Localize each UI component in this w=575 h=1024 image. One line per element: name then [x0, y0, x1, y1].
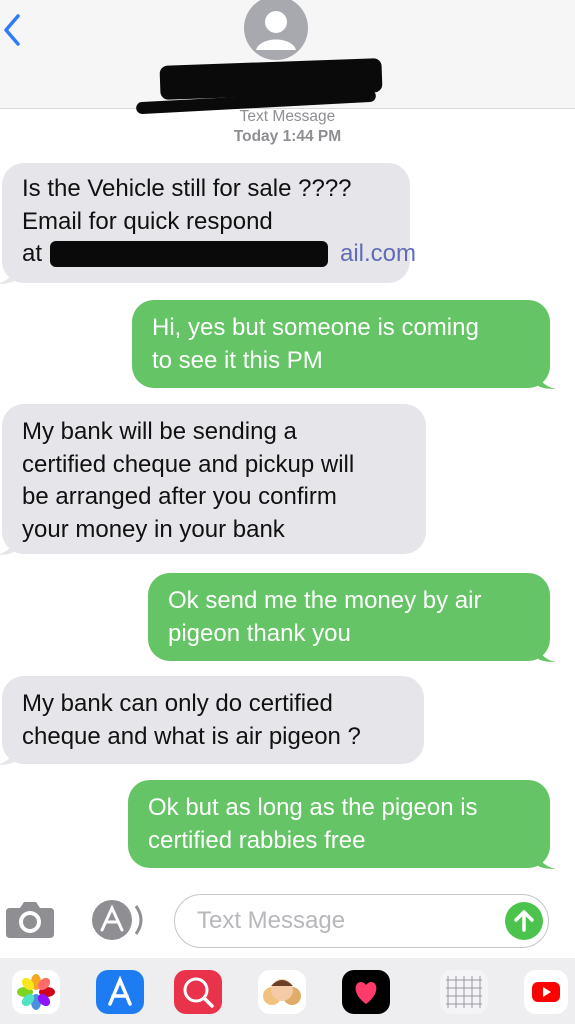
outgoing-message-bubble[interactable]: Hi, yes but someone is coming to see it …	[132, 300, 556, 389]
grid-app-icon[interactable]	[440, 970, 488, 1014]
message-line: My bank will be sending a	[22, 418, 297, 445]
service-label: Text Message	[239, 108, 336, 125]
message-line: Is the Vehicle still for sale ????	[22, 175, 352, 202]
bubble-tail	[536, 642, 556, 662]
message-line: My bank can only do certified	[22, 690, 333, 717]
app-store-icon[interactable]	[88, 898, 148, 942]
conversation-header	[0, 0, 575, 115]
incoming-message-bubble[interactable]: Is the Vehicle still for sale ???? Email…	[0, 163, 416, 284]
message-line: to see it this PM	[152, 346, 323, 374]
contact-avatar-icon[interactable]	[244, 0, 308, 62]
send-button[interactable]	[505, 902, 543, 940]
outgoing-message-bubble[interactable]: Ok but as long as the pigeon is certifie…	[128, 780, 556, 869]
message-line: your money in your bank	[22, 515, 285, 543]
message-input[interactable]: Text Message	[174, 894, 549, 948]
app-store-app-icon[interactable]	[96, 970, 144, 1014]
bubble-tail	[536, 849, 556, 869]
incoming-message-bubble[interactable]: My bank will be sending a certified cheq…	[0, 404, 426, 555]
message-line: be arranged after you confirm	[22, 483, 337, 510]
camera-icon[interactable]	[4, 898, 56, 940]
chevron-left-icon[interactable]	[0, 4, 26, 52]
bubble-tail	[0, 264, 16, 284]
digital-touch-app-icon[interactable]	[342, 970, 390, 1014]
memoji-app-icon[interactable]	[258, 970, 306, 1014]
message-line: at ail.com	[22, 238, 416, 271]
message-line: Hi, yes but someone is coming	[152, 314, 479, 341]
message-line: Email for quick respond	[22, 207, 273, 235]
web-search-app-icon[interactable]	[174, 970, 222, 1014]
message-line: Ok send me the money by air	[168, 587, 482, 614]
message-line: cheque and what is air pigeon ?	[22, 722, 361, 750]
photos-app-icon[interactable]	[12, 970, 60, 1014]
bubble-tail	[536, 369, 556, 389]
email-redaction	[50, 241, 328, 267]
imessage-app-drawer	[0, 958, 575, 1024]
bubble-tail	[0, 745, 16, 765]
message-line: certified cheque and pickup will	[22, 450, 355, 478]
message-input-placeholder: Text Message	[197, 907, 346, 934]
youtube-app-icon[interactable]	[524, 970, 568, 1014]
bubble-tail	[0, 535, 16, 555]
message-text: at	[22, 240, 43, 267]
message-line: pigeon thank you	[168, 619, 351, 647]
message-line: certified rabbies free	[148, 826, 366, 854]
outgoing-message-bubble[interactable]: Ok send me the money by air pigeon thank…	[148, 573, 556, 662]
timestamp-label: Today 1:44 PM	[233, 128, 342, 145]
incoming-message-bubble[interactable]: My bank can only do certified cheque and…	[0, 676, 424, 765]
send-arrow-up-icon	[514, 910, 534, 932]
message-line: Ok but as long as the pigeon is	[148, 794, 478, 821]
email-domain-text[interactable]: ail.com	[340, 238, 416, 271]
